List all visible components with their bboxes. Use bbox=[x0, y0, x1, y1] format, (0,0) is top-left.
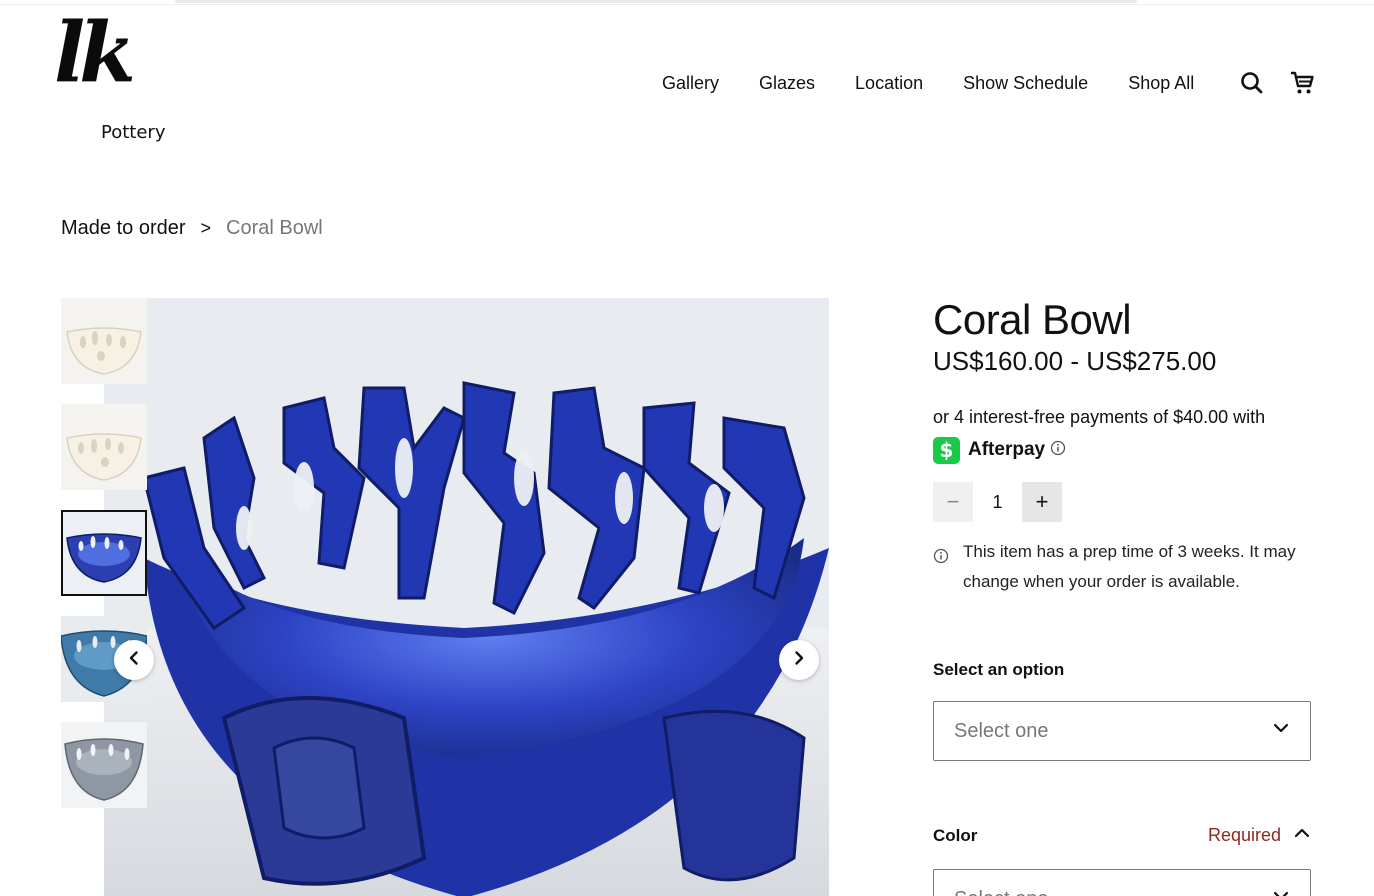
color-option-header[interactable]: Color Required bbox=[933, 824, 1311, 847]
color-select[interactable]: Select one bbox=[933, 869, 1311, 896]
afterpay-logo-icon: $ bbox=[933, 436, 960, 464]
color-label: Color bbox=[933, 825, 978, 845]
afterpay-info-icon[interactable] bbox=[1050, 440, 1066, 461]
thumbnail-white-coral-bowl-2[interactable] bbox=[61, 404, 147, 490]
main-product-image bbox=[104, 298, 829, 896]
product-gallery bbox=[61, 298, 829, 896]
required-text: Required bbox=[1207, 825, 1281, 845]
chevron-up-icon bbox=[1281, 824, 1311, 847]
chevron-down-icon bbox=[1272, 887, 1290, 896]
afterpay-row: $ Afterpay bbox=[933, 436, 1311, 464]
breadcrumb-separator: > bbox=[200, 218, 212, 238]
gallery-next-button[interactable] bbox=[779, 640, 819, 680]
prep-time-text: This item has a prep time of 3 weeks. It… bbox=[963, 542, 1296, 591]
thumbnail-white-coral-bowl-1[interactable] bbox=[61, 298, 147, 384]
info-icon bbox=[933, 537, 963, 597]
main-nav: Gallery Glazes Location Show Schedule Sh… bbox=[662, 70, 1194, 96]
logo-mark: lk bbox=[54, 5, 136, 101]
chevron-left-icon bbox=[126, 650, 142, 671]
thumbnail-blue-coral-bowl[interactable] bbox=[61, 510, 147, 596]
option-select-value: Select one bbox=[954, 719, 1049, 742]
site-header: lk Pottery Gallery Glazes Location Show … bbox=[0, 6, 1374, 166]
select-option-label: Select an option bbox=[933, 660, 1065, 679]
product-price: US$160.00 - US$275.00 bbox=[933, 346, 1217, 376]
afterpay-text: or 4 interest-free payments of $40.00 wi… bbox=[933, 407, 1266, 427]
product-title: Coral Bowl bbox=[933, 296, 1132, 343]
breadcrumb: Made to order > Coral Bowl bbox=[61, 214, 323, 242]
nav-item-show-schedule[interactable]: Show Schedule bbox=[963, 70, 1088, 96]
breadcrumb-made-to-order[interactable]: Made to order bbox=[61, 214, 186, 242]
top-scroll-indicator bbox=[0, 0, 1374, 5]
afterpay-brand: Afterpay bbox=[968, 439, 1046, 460]
nav-item-glazes[interactable]: Glazes bbox=[759, 70, 815, 96]
nav-item-gallery[interactable]: Gallery bbox=[662, 70, 719, 96]
quantity-decrease-button[interactable]: − bbox=[933, 482, 973, 522]
search-icon[interactable] bbox=[1239, 70, 1265, 96]
logo-subtitle: Pottery bbox=[101, 122, 166, 143]
color-required: Required bbox=[1208, 824, 1311, 847]
quantity-value[interactable]: 1 bbox=[973, 492, 1022, 513]
thumbnail-gray-coral-bowl[interactable] bbox=[61, 722, 147, 808]
quantity-increase-button[interactable]: + bbox=[1022, 482, 1062, 522]
quantity-stepper: − 1 + bbox=[933, 482, 1311, 522]
prep-time-note: This item has a prep time of 3 weeks. It… bbox=[933, 537, 1311, 597]
product-info: Coral Bowl US$160.00 - US$275.00 or 4 in… bbox=[933, 296, 1311, 597]
gallery-prev-button[interactable] bbox=[114, 640, 154, 680]
color-select-value: Select one bbox=[954, 888, 1049, 896]
chevron-down-icon bbox=[1272, 719, 1290, 743]
site-logo[interactable]: lk Pottery bbox=[50, 12, 180, 156]
nav-item-shop-all[interactable]: Shop All bbox=[1128, 70, 1194, 96]
breadcrumb-current: Coral Bowl bbox=[226, 217, 323, 239]
cart-icon[interactable] bbox=[1289, 70, 1315, 96]
nav-item-location[interactable]: Location bbox=[855, 70, 923, 96]
chevron-right-icon bbox=[791, 650, 807, 671]
top-scroll-bar bbox=[175, 0, 1137, 3]
option-select[interactable]: Select one bbox=[933, 701, 1311, 761]
